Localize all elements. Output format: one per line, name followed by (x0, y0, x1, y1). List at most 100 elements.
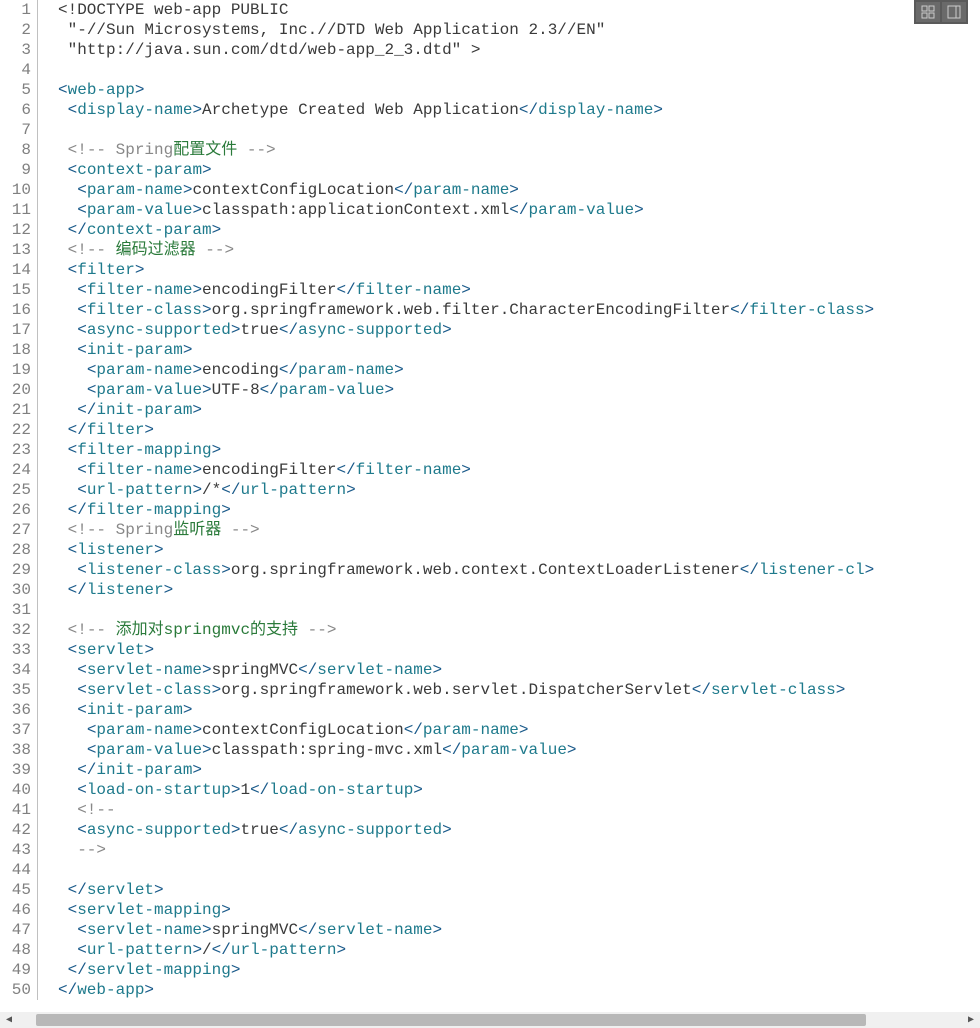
code-line[interactable]: <filter-mapping> (58, 440, 980, 460)
line-number-gutter: 1234567891011121314151617181920212223242… (0, 0, 38, 1000)
line-number: 41 (0, 800, 31, 820)
code-line[interactable]: <filter> (58, 260, 980, 280)
code-line[interactable]: <param-value>UTF-8</param-value> (58, 380, 980, 400)
line-number: 45 (0, 880, 31, 900)
line-number: 2 (0, 20, 31, 40)
line-number: 26 (0, 500, 31, 520)
grid-icon (921, 5, 935, 19)
scrollbar-thumb[interactable] (36, 1014, 866, 1026)
line-number: 24 (0, 460, 31, 480)
line-number: 8 (0, 140, 31, 160)
line-number: 50 (0, 980, 31, 1000)
line-number: 34 (0, 660, 31, 680)
code-line[interactable]: <url-pattern>/*</url-pattern> (58, 480, 980, 500)
line-number: 4 (0, 60, 31, 80)
code-line[interactable]: </init-param> (58, 400, 980, 420)
line-number: 18 (0, 340, 31, 360)
line-number: 9 (0, 160, 31, 180)
panel-split-button[interactable] (942, 2, 966, 22)
code-line[interactable]: <listener-class>org.springframework.web.… (58, 560, 980, 580)
code-line[interactable]: <!-- 添加对springmvc的支持 --> (58, 620, 980, 640)
line-number: 43 (0, 840, 31, 860)
scroll-right-arrow[interactable]: ▶ (962, 1012, 980, 1028)
code-line[interactable]: </listener> (58, 580, 980, 600)
code-line[interactable]: --> (58, 840, 980, 860)
code-line[interactable]: </context-param> (58, 220, 980, 240)
line-number: 17 (0, 320, 31, 340)
line-number: 48 (0, 940, 31, 960)
line-number: 14 (0, 260, 31, 280)
code-line[interactable]: <param-name>encoding</param-name> (58, 360, 980, 380)
code-line[interactable] (58, 600, 980, 620)
scroll-left-arrow[interactable]: ◀ (0, 1012, 18, 1028)
code-line[interactable]: <!-- Spring配置文件 --> (58, 140, 980, 160)
line-number: 16 (0, 300, 31, 320)
code-line[interactable]: </servlet-mapping> (58, 960, 980, 980)
line-number: 44 (0, 860, 31, 880)
code-line[interactable]: <async-supported>true</async-supported> (58, 320, 980, 340)
code-line[interactable]: <servlet-mapping> (58, 900, 980, 920)
code-line[interactable]: "-//Sun Microsystems, Inc.//DTD Web Appl… (58, 20, 980, 40)
code-line[interactable]: <web-app> (58, 80, 980, 100)
code-line[interactable]: </web-app> (58, 980, 980, 1000)
code-line[interactable] (58, 60, 980, 80)
code-line[interactable]: <!-- 编码过滤器 --> (58, 240, 980, 260)
code-line[interactable]: <!DOCTYPE web-app PUBLIC (58, 0, 980, 20)
line-number: 42 (0, 820, 31, 840)
line-number: 33 (0, 640, 31, 660)
code-line[interactable]: <init-param> (58, 340, 980, 360)
line-number: 23 (0, 440, 31, 460)
line-number: 11 (0, 200, 31, 220)
code-line[interactable]: <param-value>classpath:spring-mvc.xml</p… (58, 740, 980, 760)
code-line[interactable]: <servlet-name>springMVC</servlet-name> (58, 660, 980, 680)
code-line[interactable]: <context-param> (58, 160, 980, 180)
code-line[interactable]: <display-name>Archetype Created Web Appl… (58, 100, 980, 120)
code-line[interactable]: <filter-name>encodingFilter</filter-name… (58, 460, 980, 480)
line-number: 35 (0, 680, 31, 700)
line-number: 40 (0, 780, 31, 800)
code-line[interactable]: <param-name>contextConfigLocation</param… (58, 720, 980, 740)
code-line[interactable]: </filter> (58, 420, 980, 440)
editor-toolbar (914, 0, 968, 24)
panel-icon (947, 5, 961, 19)
code-line[interactable]: <async-supported>true</async-supported> (58, 820, 980, 840)
line-number: 49 (0, 960, 31, 980)
line-number: 3 (0, 40, 31, 60)
code-line[interactable]: <filter-class>org.springframework.web.fi… (58, 300, 980, 320)
line-number: 20 (0, 380, 31, 400)
code-editor[interactable]: 1234567891011121314151617181920212223242… (0, 0, 980, 1000)
line-number: 19 (0, 360, 31, 380)
code-line[interactable]: <servlet-class>org.springframework.web.s… (58, 680, 980, 700)
line-number: 32 (0, 620, 31, 640)
line-number: 1 (0, 0, 31, 20)
line-number: 39 (0, 760, 31, 780)
code-line[interactable]: <!-- Spring监听器 --> (58, 520, 980, 540)
scrollbar-track[interactable] (18, 1012, 962, 1028)
code-line[interactable]: <init-param> (58, 700, 980, 720)
code-line[interactable] (58, 860, 980, 880)
horizontal-scrollbar[interactable]: ◀ ▶ (0, 1012, 980, 1028)
line-number: 7 (0, 120, 31, 140)
code-area[interactable]: <!DOCTYPE web-app PUBLIC "-//Sun Microsy… (38, 0, 980, 1000)
code-line[interactable]: <servlet-name>springMVC</servlet-name> (58, 920, 980, 940)
code-line[interactable]: </filter-mapping> (58, 500, 980, 520)
line-number: 36 (0, 700, 31, 720)
code-line[interactable]: "http://java.sun.com/dtd/web-app_2_3.dtd… (58, 40, 980, 60)
line-number: 12 (0, 220, 31, 240)
code-line[interactable]: <param-name>contextConfigLocation</param… (58, 180, 980, 200)
code-line[interactable]: <listener> (58, 540, 980, 560)
grid-view-button[interactable] (916, 2, 940, 22)
code-line[interactable]: <filter-name>encodingFilter</filter-name… (58, 280, 980, 300)
code-line[interactable]: <!-- (58, 800, 980, 820)
code-line[interactable]: </init-param> (58, 760, 980, 780)
code-line[interactable] (58, 120, 980, 140)
line-number: 22 (0, 420, 31, 440)
line-number: 21 (0, 400, 31, 420)
code-line[interactable]: <url-pattern>/</url-pattern> (58, 940, 980, 960)
code-line[interactable]: </servlet> (58, 880, 980, 900)
code-line[interactable]: <servlet> (58, 640, 980, 660)
line-number: 28 (0, 540, 31, 560)
code-line[interactable]: <param-value>classpath:applicationContex… (58, 200, 980, 220)
line-number: 38 (0, 740, 31, 760)
code-line[interactable]: <load-on-startup>1</load-on-startup> (58, 780, 980, 800)
